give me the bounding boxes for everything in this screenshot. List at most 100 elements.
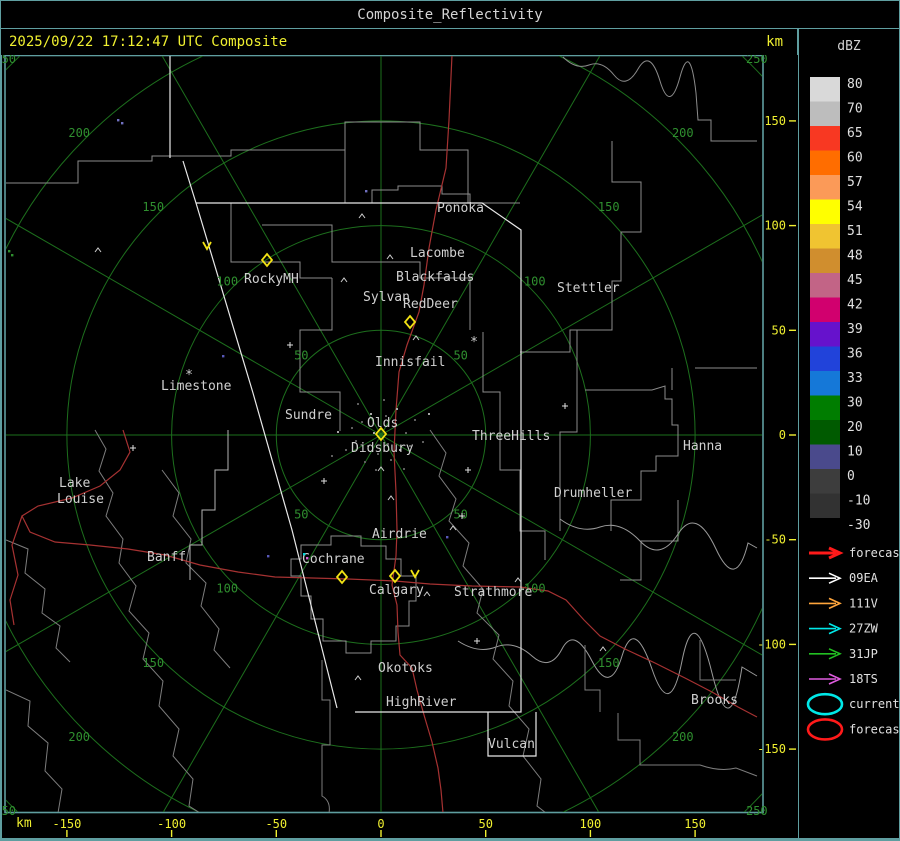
ring-label: 200 <box>672 126 694 140</box>
radar-site-diamond <box>262 254 272 266</box>
bottom-axis-tick-label: 100 <box>580 817 602 831</box>
ring-label: 250 <box>746 55 768 66</box>
station-plus-marker <box>465 467 471 473</box>
colorbar-swatch <box>810 224 840 249</box>
title-bar: Composite_Reflectivity <box>0 0 900 29</box>
ring-label: 100 <box>216 582 238 596</box>
colorbar-swatch <box>810 396 840 421</box>
park-boundary <box>190 430 228 580</box>
bottom-axis-tick-label: 0 <box>377 817 384 831</box>
ring-label: 250 <box>0 804 16 818</box>
colorbar-value-label: 57 <box>847 175 863 190</box>
colorbar-panel: dBZ 807065605754514845423936333020100-10… <box>798 28 900 841</box>
right-axis-tick-label: 100 <box>764 219 786 233</box>
ring-label: 50 <box>294 348 308 362</box>
clutter-dot <box>375 469 377 471</box>
colorbar-value-label: 54 <box>847 200 863 215</box>
station-caret-marker <box>95 248 101 252</box>
right-axis-tick-label: 0 <box>779 428 786 442</box>
bottom-axis-tick-label: 150 <box>684 817 706 831</box>
clutter-dot <box>361 421 363 423</box>
legend-item-31JP: 31JP <box>809 647 878 661</box>
colorbar-swatch <box>810 77 840 102</box>
clutter-dot <box>337 431 339 433</box>
map-dot <box>303 553 305 555</box>
legend-item-current: current <box>808 694 899 714</box>
ring-label: 150 <box>598 656 620 670</box>
clutter-dot <box>331 455 333 457</box>
clutter-dot <box>403 468 405 470</box>
clutter-dot <box>373 432 375 434</box>
map-dot <box>8 250 10 252</box>
radar-map[interactable]: 5050505010010010010015015015015020020020… <box>0 55 798 841</box>
colorbar-swatch <box>810 469 840 494</box>
radar-site-diamond <box>337 571 347 583</box>
status-bar: 2025/09/22 17:12:47 UTC Composite km <box>0 28 798 56</box>
bottom-axis: -150-100-50050100150 <box>52 817 705 837</box>
ring-label: 50 <box>294 508 308 522</box>
colorbar-value-label: -30 <box>847 518 870 533</box>
right-axis-tick-label: -150 <box>757 742 786 756</box>
city-label: Ponoka <box>437 201 484 216</box>
current-ellipse-icon <box>808 694 842 714</box>
clutter-dot <box>351 427 353 429</box>
ring-label: 50 <box>453 508 467 522</box>
station-star-marker: * <box>185 368 193 383</box>
clutter-dot <box>405 432 407 434</box>
colorbar-value-label: 0 <box>847 469 855 484</box>
map-dot <box>306 557 308 559</box>
ring-label: 200 <box>68 730 90 744</box>
legend-label: current <box>849 697 899 711</box>
station-caret-marker <box>600 647 606 651</box>
clutter-dot <box>345 449 347 451</box>
colorbar-value-label: 36 <box>847 347 863 362</box>
legend-item-forecast: forecast <box>809 546 899 560</box>
map-dot <box>365 190 367 192</box>
station-plus-marker <box>130 445 136 451</box>
city-label: Didsbury <box>351 441 414 456</box>
colorbar-value-label: 70 <box>847 102 863 117</box>
city-label: Sundre <box>285 408 332 423</box>
city-label: Lacombe <box>410 246 465 261</box>
colorbar-swatch <box>810 151 840 176</box>
colorbar-swatch <box>810 200 840 225</box>
city-label: RockyMH <box>244 272 299 287</box>
ring-label: 150 <box>142 656 164 670</box>
station-plus-marker <box>474 638 480 644</box>
legend-label: forecast <box>849 722 899 736</box>
map-canvas[interactable]: 5050505010010010010015015015015020020020… <box>0 55 798 841</box>
right-axis-tick-label: 150 <box>764 114 786 128</box>
clutter-dot <box>370 413 372 415</box>
radar-site-diamond <box>390 570 400 582</box>
city-label: Strathmore <box>454 585 532 600</box>
colorbar-value-label: 20 <box>847 420 863 435</box>
legend-label: 31JP <box>849 647 878 661</box>
station-plus-marker <box>562 403 568 409</box>
colorbar-value-label: 60 <box>847 151 863 166</box>
colorbar-swatch <box>810 420 840 445</box>
bottom-axis-tick-label: -150 <box>52 817 81 831</box>
colorbar-value-label: 65 <box>847 126 863 141</box>
colorbar-value-label: 39 <box>847 322 863 337</box>
city-label: Banff <box>147 550 186 565</box>
city-label: Lake <box>59 476 90 491</box>
radial-line <box>381 435 798 715</box>
colorbar-value-label: -10 <box>847 494 870 509</box>
ring-label: 100 <box>216 274 238 288</box>
colorbar-swatch <box>810 126 840 151</box>
right-axis-tick-label: -50 <box>764 533 786 547</box>
clutter-dot <box>428 413 430 415</box>
city-label: ThreeHills <box>472 429 550 444</box>
city-label: RedDeer <box>403 297 458 312</box>
clutter-dot <box>422 441 424 443</box>
station-plus-marker <box>287 342 293 348</box>
city-label: Stettler <box>557 281 620 296</box>
clutter-dot <box>357 403 359 405</box>
legend-item-forecast: forecast <box>808 719 899 739</box>
window-title: Composite_Reflectivity <box>357 7 542 23</box>
station-caret-marker <box>387 255 393 259</box>
clutter-dot <box>383 399 385 401</box>
forecast-ellipse-icon <box>808 719 842 739</box>
legend-item-09EA: 09EA <box>809 571 879 585</box>
colorbar-swatch <box>810 249 840 274</box>
